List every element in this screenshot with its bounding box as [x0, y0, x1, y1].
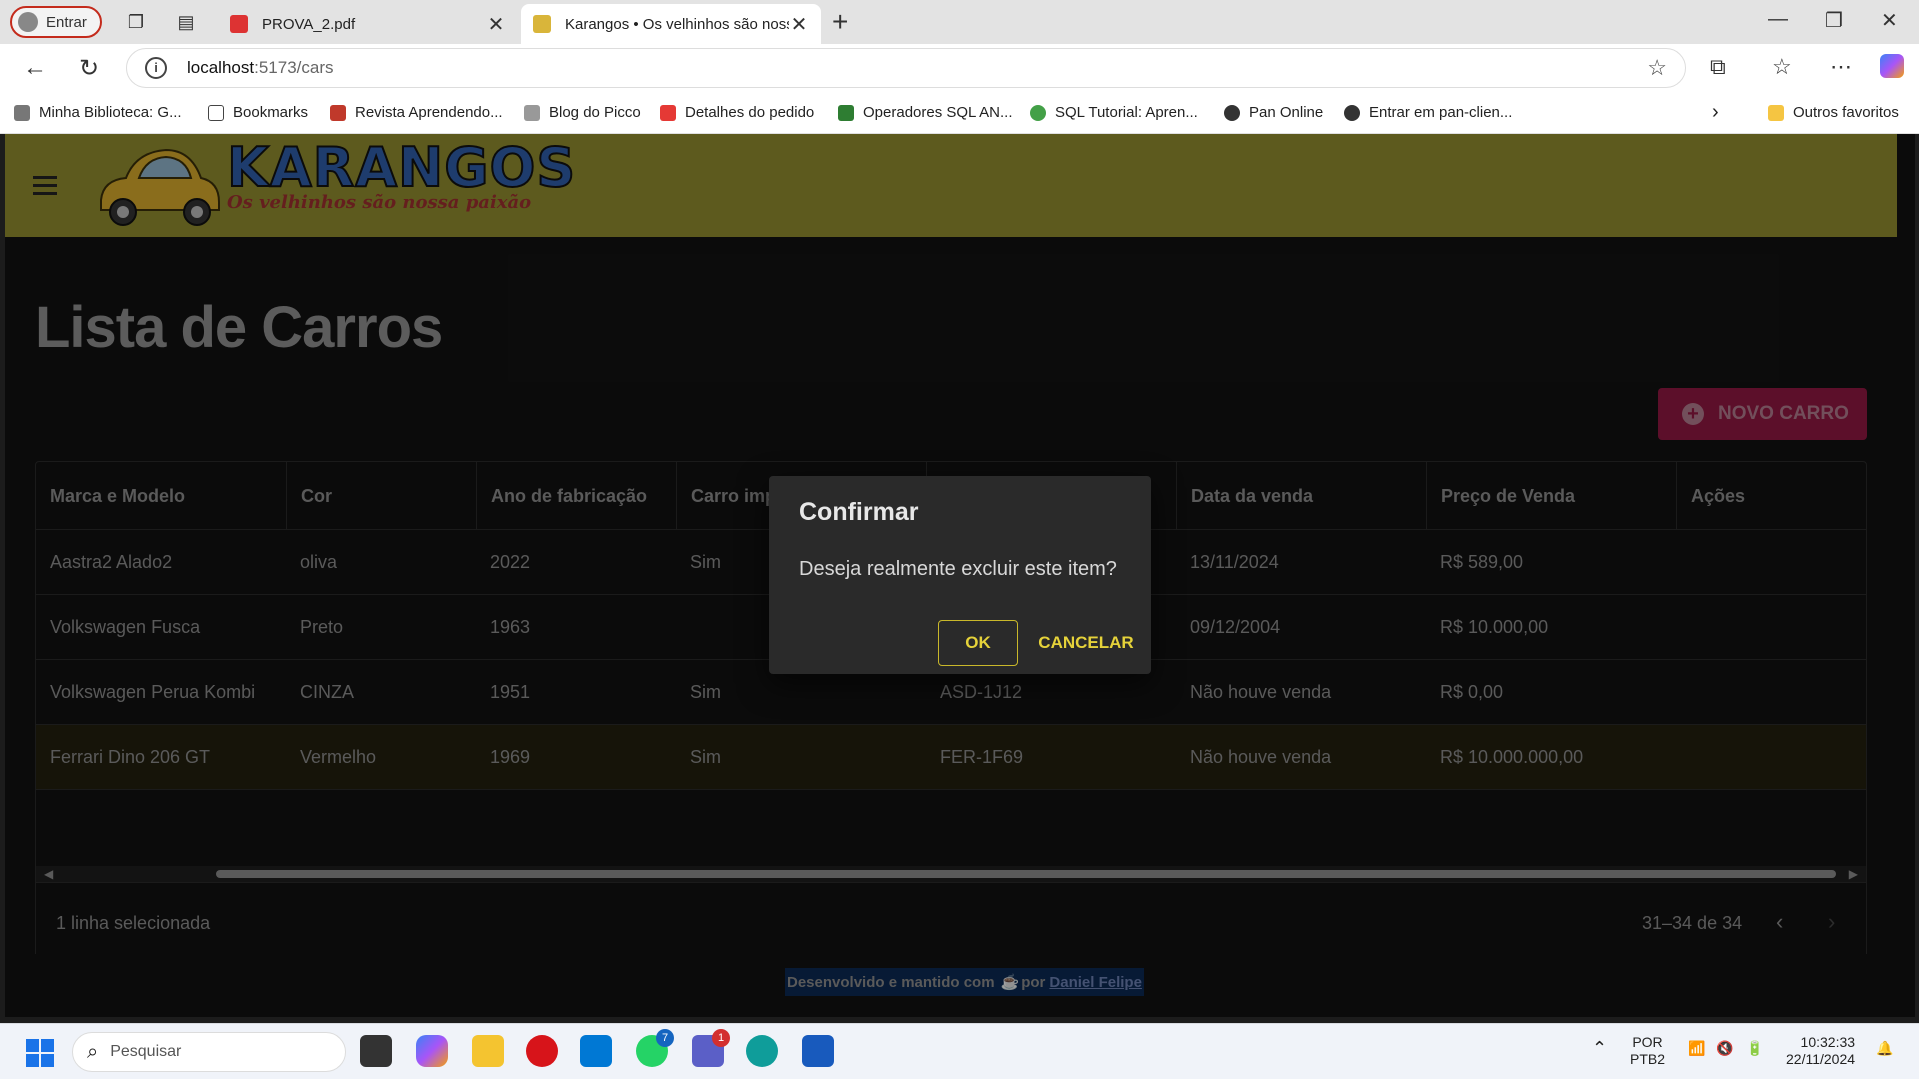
chevron-up-icon[interactable]: ⌃ — [1592, 1039, 1607, 1057]
edge-icon[interactable] — [746, 1035, 778, 1067]
app-viewport: KARANGOS Os velhinhos são nossa paixão L… — [5, 134, 1915, 1017]
restore-icon[interactable]: ❐ — [1825, 8, 1843, 33]
sql-icon — [1030, 104, 1046, 121]
minimize-icon[interactable]: — — [1768, 8, 1788, 31]
page-icon — [208, 104, 224, 121]
tab-title: PROVA_2.pdf — [262, 15, 356, 33]
profile-avatar-icon — [18, 12, 38, 32]
whatsapp-badge: 7 — [656, 1029, 674, 1047]
task-view-icon[interactable] — [360, 1035, 392, 1067]
bookmark-item[interactable]: Entrar em pan-clien... — [1344, 104, 1512, 121]
notification-bell-icon[interactable]: 🔔 — [1876, 1040, 1893, 1057]
tab-actions-icon[interactable]: ▤ — [174, 10, 198, 34]
ok-button[interactable]: OK — [938, 620, 1018, 666]
browser-tab-bar: Entrar ❐ ▤ PROVA_2.pdf ✕ Karangos • Os v… — [0, 0, 1919, 44]
whatsapp-icon[interactable]: 7 — [636, 1029, 674, 1067]
tower-icon — [524, 104, 540, 121]
copilot-icon[interactable] — [1880, 54, 1904, 78]
bookmark-item[interactable]: Minha Biblioteca: G... — [14, 104, 182, 121]
confirm-dialog: Confirmar Deseja realmente excluir este … — [769, 476, 1151, 674]
more-icon[interactable]: ⋯ — [1830, 54, 1852, 80]
magazine-icon — [330, 104, 346, 121]
car-favicon-icon — [533, 15, 551, 33]
tab-title: Karangos • Os velhinhos são nossa paixão — [565, 15, 789, 33]
address-bar-row: ← ↻ i localhost:5173/cars ☆ ⧉ ☆ ⋯ — [0, 44, 1919, 92]
close-tab-icon[interactable]: ✕ — [789, 12, 809, 37]
tab-prova-pdf[interactable]: PROVA_2.pdf ✕ — [218, 4, 518, 44]
clock[interactable]: 10:32:33 22/11/2024 — [1786, 1034, 1855, 1068]
folder-icon — [1768, 104, 1784, 121]
bookmark-item[interactable]: Pan Online — [1224, 104, 1323, 121]
opera-icon[interactable] — [526, 1035, 558, 1067]
taskbar-search[interactable]: ⌕ Pesquisar — [72, 1032, 346, 1072]
reload-icon[interactable]: ↻ — [74, 54, 104, 83]
site-info-icon[interactable]: i — [145, 57, 167, 79]
bookmark-item[interactable]: SQL Tutorial: Apren... — [1030, 104, 1198, 121]
chevron-right-icon[interactable]: › — [1712, 101, 1719, 124]
extensions-icon[interactable]: ⧉ — [1710, 54, 1726, 80]
pan-icon — [1344, 104, 1360, 121]
teams-badge: 1 — [712, 1029, 730, 1047]
teams-icon[interactable]: 1 — [692, 1029, 730, 1067]
cancel-button[interactable]: CANCELAR — [1031, 620, 1141, 666]
dialog-title: Confirmar — [799, 498, 919, 526]
tab-karangos[interactable]: Karangos • Os velhinhos são nossa paixão… — [521, 4, 821, 44]
url-path: :5173/cars — [254, 58, 334, 77]
copilot-icon[interactable] — [416, 1035, 448, 1067]
url-host: localhost — [187, 58, 255, 77]
w3-icon — [838, 104, 854, 121]
word-icon[interactable] — [802, 1035, 834, 1067]
cloud-icon — [14, 104, 30, 121]
windows-taskbar: ⌕ Pesquisar 7 1 ⌃ POR PTB2 📶 🔇 🔋 10:32:3… — [0, 1023, 1919, 1079]
bookmark-item[interactable]: Detalhes do pedido — [660, 104, 814, 121]
new-tab-icon[interactable]: + — [832, 6, 848, 38]
bookmarks-bar: Minha Biblioteca: G... Bookmarks Revista… — [0, 92, 1919, 134]
pdf-icon — [230, 15, 248, 33]
start-icon[interactable] — [26, 1039, 54, 1067]
profile-button[interactable]: Entrar — [10, 6, 102, 38]
wifi-icon[interactable]: 📶 — [1688, 1040, 1705, 1057]
search-icon: ⌕ — [87, 1040, 99, 1063]
bookmark-item[interactable]: Bookmarks — [208, 104, 308, 121]
workspaces-icon[interactable]: ❐ — [124, 10, 148, 34]
other-favorites[interactable]: Outros favoritos — [1768, 104, 1899, 121]
close-tab-icon[interactable]: ✕ — [486, 12, 506, 37]
battery-icon[interactable]: 🔋 — [1746, 1040, 1763, 1057]
search-placeholder: Pesquisar — [110, 1043, 182, 1060]
favorites-icon[interactable]: ☆ — [1772, 54, 1792, 80]
vscode-icon[interactable] — [580, 1035, 612, 1067]
pan-icon — [1224, 104, 1240, 121]
shop-icon — [660, 104, 676, 121]
bookmark-item[interactable]: Operadores SQL AN... — [838, 104, 1013, 121]
close-window-icon[interactable]: ✕ — [1881, 8, 1898, 33]
bookmark-item[interactable]: Blog do Picco — [524, 104, 641, 121]
favorite-star-icon[interactable]: ☆ — [1647, 55, 1667, 81]
dialog-message: Deseja realmente excluir este item? — [799, 558, 1117, 580]
file-explorer-icon[interactable] — [472, 1035, 504, 1067]
profile-label: Entrar — [46, 13, 87, 31]
url-field[interactable]: i localhost:5173/cars ☆ — [126, 48, 1686, 88]
bookmark-item[interactable]: Revista Aprendendo... — [330, 104, 503, 121]
language-indicator[interactable]: POR PTB2 — [1630, 1034, 1665, 1068]
back-icon[interactable]: ← — [20, 54, 50, 82]
volume-muted-icon[interactable]: 🔇 — [1716, 1040, 1733, 1057]
